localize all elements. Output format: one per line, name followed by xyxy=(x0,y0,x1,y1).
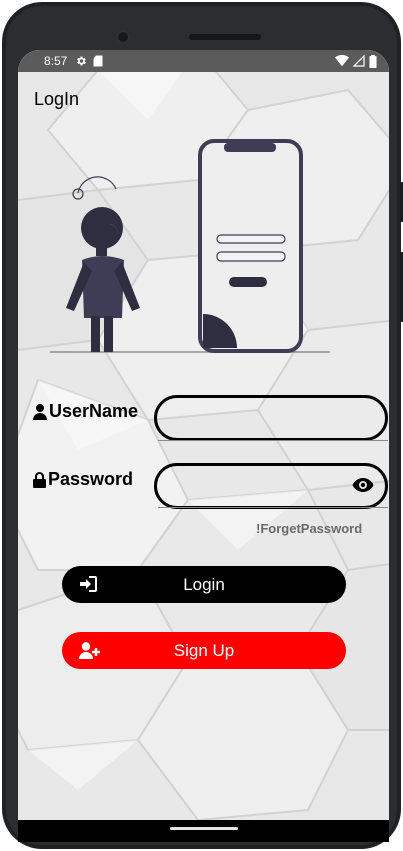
app-screen: 8:57 LogIn UserName Password !ForgetPass… xyxy=(18,50,389,820)
password-label-text: Password xyxy=(48,469,134,489)
username-input[interactable] xyxy=(154,395,388,441)
username-label: UserName xyxy=(33,401,138,422)
signup-button-label: Sign Up xyxy=(173,640,235,660)
earpiece-speaker xyxy=(189,34,261,40)
page-title: LogIn xyxy=(34,89,80,109)
forget-password-link[interactable]: !ForgetPassword xyxy=(256,521,362,536)
password-label: Password xyxy=(33,469,133,490)
username-underline xyxy=(158,440,388,441)
login-button[interactable]: Login xyxy=(62,566,346,603)
eye-icon[interactable] xyxy=(352,477,374,493)
login-button-label: Login xyxy=(183,574,225,594)
signup-button[interactable]: Sign Up xyxy=(62,632,346,669)
wifi-icon xyxy=(335,55,349,67)
lock-icon xyxy=(33,471,46,488)
sign-in-icon xyxy=(80,576,97,592)
front-camera xyxy=(116,30,130,44)
user-icon xyxy=(33,403,47,420)
status-bar: 8:57 xyxy=(18,50,389,72)
sd-card-icon xyxy=(93,55,103,67)
username-label-text: UserName xyxy=(49,401,139,421)
user-plus-icon xyxy=(79,642,100,659)
login-illustration xyxy=(50,139,330,353)
home-gesture-bar[interactable] xyxy=(170,827,238,830)
navigation-bar xyxy=(18,820,389,842)
signal-icon xyxy=(353,55,365,67)
battery-icon xyxy=(369,54,377,68)
password-underline xyxy=(158,507,388,508)
gear-icon xyxy=(77,56,87,66)
status-time: 8:57 xyxy=(44,54,68,68)
